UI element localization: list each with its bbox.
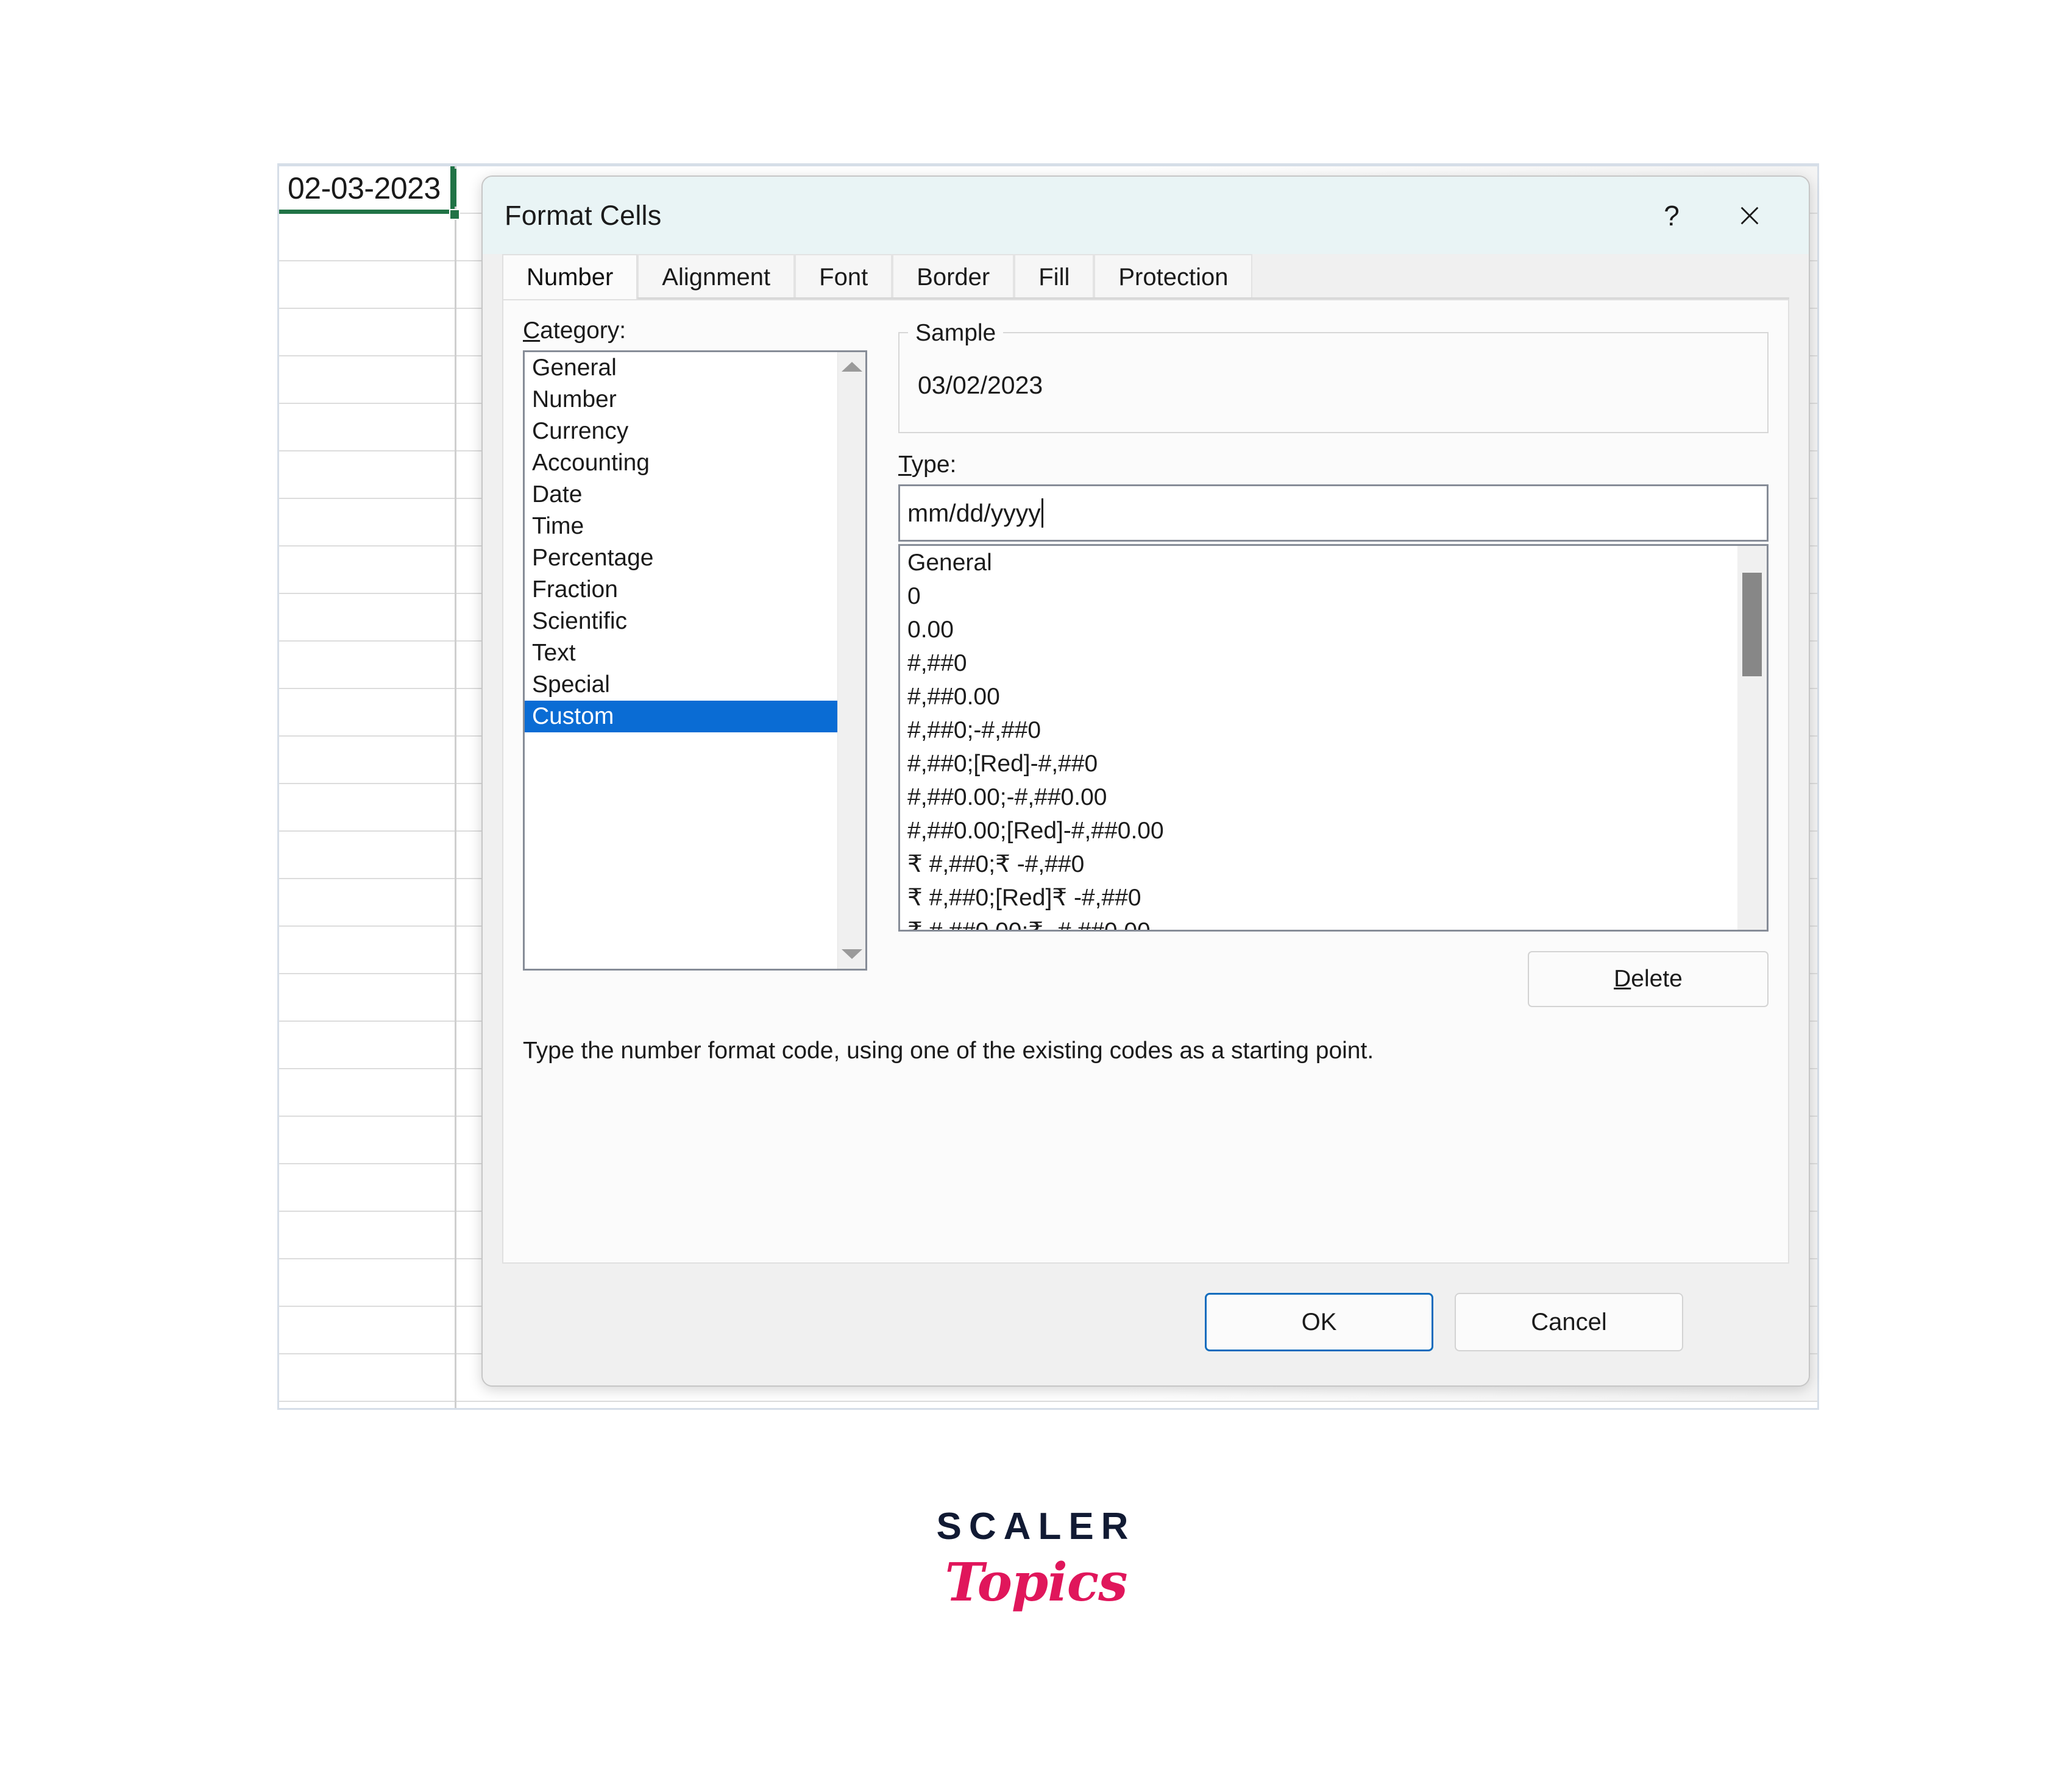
format-code-items: General 0 0.00 #,##0 #,##0.00 #,##0;-#,##0 #,#…	[900, 546, 1737, 930]
tabs-row: Number Alignment Font Border Fill Protection	[502, 254, 1809, 299]
scroll-down-arrow-icon[interactable]	[841, 949, 862, 959]
category-item-text[interactable]: Text	[525, 637, 837, 669]
tab-protection[interactable]: Protection	[1094, 254, 1253, 299]
category-item-date[interactable]: Date	[525, 479, 837, 511]
format-code-item[interactable]: #,##0.00;[Red]-#,##0.00	[900, 814, 1737, 847]
number-tab-panel: Category: General Number Currency Accountin…	[502, 299, 1789, 1264]
delete-label-rest: elete	[1631, 966, 1683, 992]
selected-cell[interactable]: 02-03-2023	[279, 166, 455, 214]
scrollbar-thumb[interactable]	[1742, 573, 1762, 676]
category-item-general[interactable]: General	[525, 352, 837, 384]
dialog-footer: OK Cancel	[483, 1264, 1809, 1385]
category-item-currency[interactable]: Currency	[525, 416, 837, 447]
logo-primary-text: SCALER	[936, 1505, 1136, 1548]
category-item-percentage[interactable]: Percentage	[525, 542, 837, 574]
format-code-item[interactable]: General	[900, 546, 1737, 579]
dialog-tabstrip: Number Alignment Font Border Fill Protection	[483, 254, 1809, 299]
format-code-scrollbar[interactable]	[1737, 546, 1767, 930]
tab-border[interactable]: Border	[892, 254, 1015, 299]
category-label-accel: C	[523, 317, 541, 344]
format-code-item[interactable]: ₹ #,##0.00;₹ -#,##0.00	[900, 915, 1737, 930]
format-code-item[interactable]: #,##0.00;-#,##0.00	[900, 780, 1737, 814]
category-scrollbar[interactable]	[837, 352, 865, 969]
format-code-item[interactable]: ₹ #,##0;[Red]₹ -#,##0	[900, 881, 1737, 915]
scaler-topics-logo: SCALER Topics	[0, 1505, 2072, 1613]
format-code-item[interactable]: #,##0.00	[900, 680, 1737, 713]
category-item-custom[interactable]: Custom	[525, 701, 837, 732]
column-divider	[455, 166, 456, 1408]
text-caret	[1041, 498, 1043, 528]
type-label-accel: T	[898, 451, 912, 478]
category-label: Category:	[523, 317, 626, 344]
sample-value: 03/02/2023	[918, 371, 1043, 399]
format-code-item[interactable]: #,##0;-#,##0	[900, 713, 1737, 747]
hint-text: Type the number format code, using one o…	[523, 1038, 1374, 1064]
selected-cell-value: 02-03-2023	[288, 171, 441, 205]
type-input-value: mm/dd/yyyy	[907, 498, 1041, 527]
tab-font[interactable]: Font	[795, 254, 893, 299]
delete-button[interactable]: Delete	[1528, 951, 1769, 1007]
category-listbox[interactable]: General Number Currency Accounting Date Time P…	[523, 350, 867, 971]
delete-label-accel: D	[1614, 966, 1631, 992]
type-input[interactable]: mm/dd/yyyy	[898, 484, 1769, 542]
tab-alignment[interactable]: Alignment	[637, 254, 795, 299]
sample-legend: Sample	[908, 320, 1004, 347]
category-item-special[interactable]: Special	[525, 669, 837, 701]
screen-root: 02-03-2023 Format Cells ? Number Alignmen…	[0, 0, 2072, 1776]
format-code-item[interactable]: #,##0	[900, 646, 1737, 680]
cancel-button[interactable]: Cancel	[1455, 1293, 1683, 1351]
format-code-item[interactable]: #,##0;[Red]-#,##0	[900, 747, 1737, 780]
close-icon[interactable]	[1722, 190, 1777, 241]
category-item-number[interactable]: Number	[525, 384, 837, 416]
category-item-accounting[interactable]: Accounting	[525, 447, 837, 479]
ok-button[interactable]: OK	[1205, 1293, 1433, 1351]
format-code-listbox[interactable]: General 0 0.00 #,##0 #,##0.00 #,##0;-#,##0 #,#…	[898, 544, 1769, 932]
format-code-item[interactable]: 0	[900, 579, 1737, 613]
fill-handle[interactable]	[449, 209, 460, 220]
help-icon[interactable]: ?	[1644, 190, 1699, 241]
format-code-item[interactable]: ₹ #,##0;₹ -#,##0	[900, 847, 1737, 881]
tab-fill[interactable]: Fill	[1014, 254, 1095, 299]
cell-edit-caret	[453, 169, 456, 207]
dialog-title: Format Cells	[505, 200, 662, 231]
logo-secondary-text: Topics	[945, 1552, 1127, 1613]
category-label-rest: ategory:	[540, 317, 626, 344]
category-items: General Number Currency Accounting Date Time P…	[525, 352, 837, 969]
type-label: Type:	[898, 451, 956, 478]
category-item-fraction[interactable]: Fraction	[525, 574, 837, 606]
format-code-item[interactable]: 0.00	[900, 613, 1737, 646]
dialog-titlebar: Format Cells ?	[483, 177, 1809, 254]
category-item-scientific[interactable]: Scientific	[525, 606, 837, 637]
category-item-time[interactable]: Time	[525, 511, 837, 542]
scroll-up-arrow-icon[interactable]	[841, 362, 862, 372]
type-label-rest: ype:	[911, 451, 957, 478]
tab-number[interactable]: Number	[502, 254, 638, 299]
format-cells-dialog: Format Cells ? Number Alignment Font Border…	[481, 175, 1810, 1387]
